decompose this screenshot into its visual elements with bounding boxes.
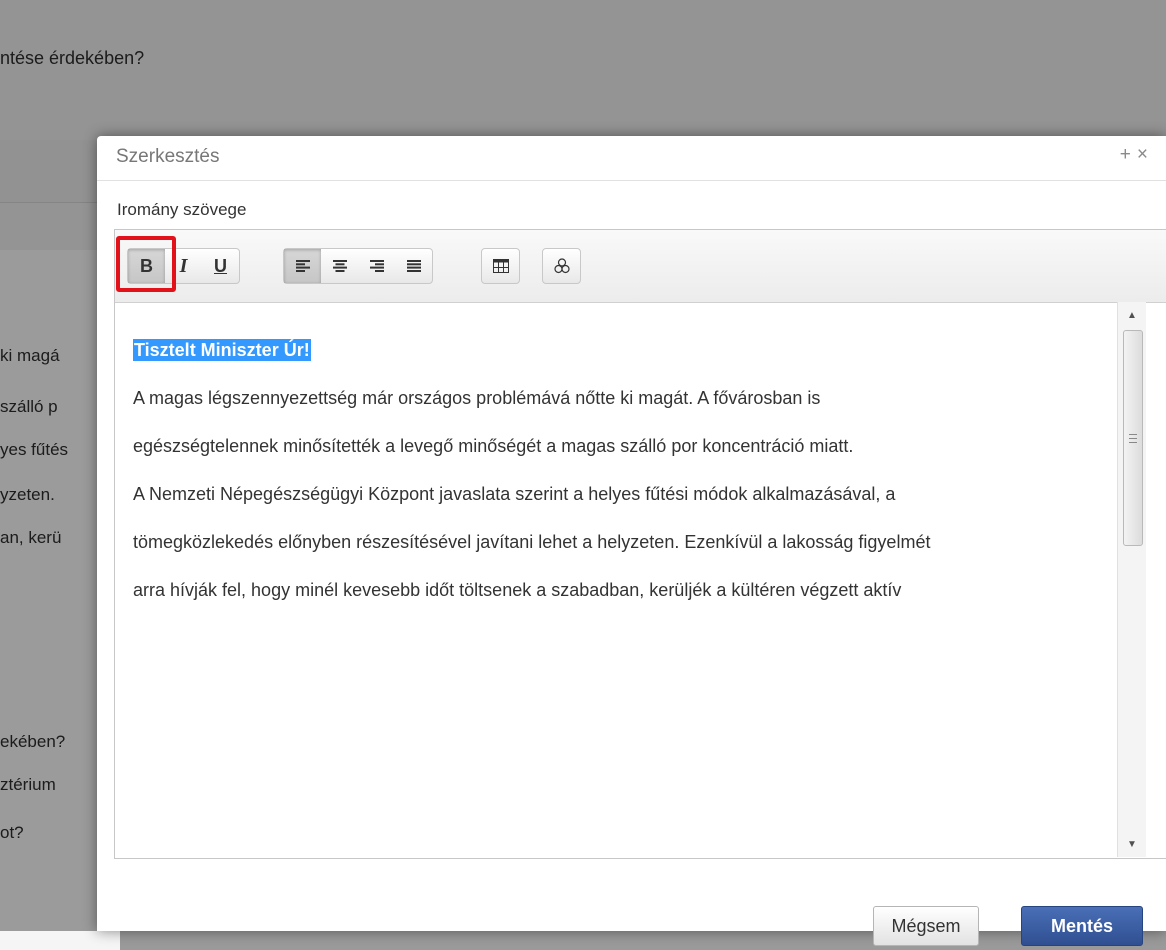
edit-dialog: Szerkesztés +× Iromány szövege B I U Tis… xyxy=(97,136,1166,946)
content-paragraph: A magas légszennyezettség már országos p… xyxy=(133,388,821,408)
align-left-button[interactable] xyxy=(284,249,321,283)
field-label: Iromány szövege xyxy=(117,200,247,219)
clover-icon xyxy=(553,258,570,274)
insert-table-button[interactable] xyxy=(482,249,519,283)
scrollbar-thumb[interactable] xyxy=(1123,330,1143,546)
content-paragraph: egészségtelennek minősítették a levegő m… xyxy=(133,436,854,456)
align-justify-button[interactable] xyxy=(395,249,432,283)
selected-title: Tisztelt Miniszter Úr! xyxy=(133,339,311,361)
rich-text-editor[interactable]: B I U Tisztelt Miniszter Úr! A magas lég… xyxy=(114,229,1166,859)
format-group: B I U xyxy=(127,248,240,284)
content-paragraph: Tisztelt Miniszter Úr! xyxy=(133,338,1103,363)
save-button[interactable]: Mentés xyxy=(1021,906,1143,946)
dialog-divider xyxy=(97,180,1166,181)
editor-content[interactable]: Tisztelt Miniszter Úr! A magas légszenny… xyxy=(133,338,1103,626)
special-group xyxy=(542,248,581,284)
cancel-button[interactable]: Mégsem xyxy=(873,906,979,946)
align-center-button[interactable] xyxy=(321,249,358,283)
dialog-title: Szerkesztés xyxy=(116,146,220,167)
scroll-up-icon[interactable]: ▲ xyxy=(1118,302,1146,328)
underline-button[interactable]: U xyxy=(202,249,239,283)
align-justify-icon xyxy=(406,260,421,272)
alignment-group xyxy=(283,248,433,284)
align-right-button[interactable] xyxy=(358,249,395,283)
special-character-button[interactable] xyxy=(543,249,580,283)
table-group xyxy=(481,248,520,284)
align-left-icon xyxy=(295,260,310,272)
editor-scrollbar[interactable]: ▲ ▼ xyxy=(1117,302,1146,857)
align-right-icon xyxy=(369,260,384,272)
maximize-icon[interactable]: + xyxy=(1120,144,1137,165)
table-icon xyxy=(492,259,509,273)
dialog-controls: +× xyxy=(1120,144,1154,166)
grip-icon xyxy=(1129,433,1137,443)
editor-toolbar: B I U xyxy=(115,230,1166,303)
align-center-icon xyxy=(332,260,347,272)
content-paragraph: A Nemzeti Népegészségügyi Központ javasl… xyxy=(133,484,896,504)
close-icon[interactable]: × xyxy=(1137,144,1154,165)
content-paragraph: arra hívják fel, hogy minél kevesebb idő… xyxy=(133,580,902,600)
bold-button[interactable]: B xyxy=(128,249,165,283)
scroll-down-icon[interactable]: ▼ xyxy=(1118,831,1146,857)
italic-button[interactable]: I xyxy=(165,249,202,283)
content-paragraph: tömegközlekedés előnyben részesítésével … xyxy=(133,532,931,552)
